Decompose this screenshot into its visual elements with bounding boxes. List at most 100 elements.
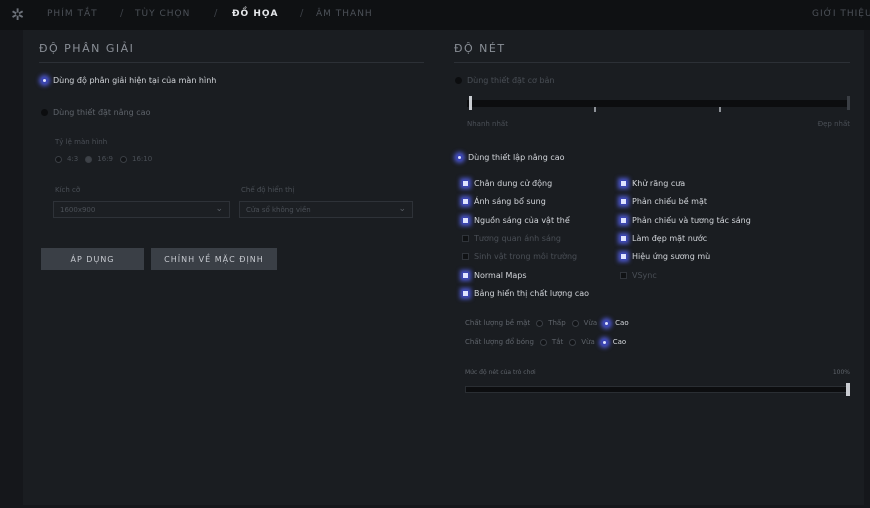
radio-selected-icon[interactable] — [85, 155, 93, 163]
gear-icon[interactable]: ✲ — [11, 6, 29, 24]
slider-min-label: Nhanh nhất — [467, 120, 508, 128]
checkbox-checked-icon — [462, 180, 469, 187]
checkbox-label: Khử răng cưa — [632, 179, 686, 188]
radio-unselected-icon[interactable] — [569, 338, 577, 346]
checkbox-label: Chân dung cử động — [474, 179, 553, 188]
graphics-panel: ĐỘ PHÂN GIẢI Dùng độ phân giải hiện tại … — [23, 30, 864, 505]
display-mode-dropdown[interactable]: Cửa sổ không viền ⌄ — [239, 201, 413, 218]
slider-handle[interactable] — [846, 383, 850, 396]
option-mid: Vừa — [583, 319, 598, 327]
nav-separator: / — [300, 8, 304, 19]
apply-button[interactable]: ÁP DỤNG — [41, 248, 144, 270]
settings-window: ✲ PHÍM TẮT / TÙY CHỌN / ĐỒ HỌA / ÂM THAN… — [0, 0, 870, 508]
checkbox-label: Hiệu ứng sương mù — [632, 252, 711, 262]
aspect-label: Tỷ lệ màn hình — [55, 138, 108, 146]
checkbox-label: Làm đẹp mặt nước — [632, 233, 708, 243]
tab-about[interactable]: GIỚI THIỆU — [812, 9, 870, 19]
checkbox-label: Phản chiếu và tương tác sáng — [632, 215, 751, 225]
tab-options[interactable]: TÙY CHỌN — [135, 9, 190, 19]
feature-checkbox[interactable]: Ánh sáng bổ sung — [462, 197, 546, 206]
top-nav: ✲ PHÍM TẮT / TÙY CHỌN / ĐỒ HỌA / ÂM THAN… — [0, 0, 870, 30]
radio-advanced-quality[interactable]: Dùng thiết lập nâng cao — [456, 153, 565, 162]
option-high: Cao — [615, 319, 629, 327]
radio-basic-quality[interactable]: Dùng thiết đặt cơ bản — [455, 76, 555, 85]
shadow-quality-label: Chất lượng đổ bóng — [465, 338, 534, 346]
chevron-down-icon: ⌄ — [215, 204, 223, 214]
radio-unselected-icon[interactable] — [120, 155, 127, 163]
radio-label: Dùng thiết lập nâng cao — [468, 153, 565, 162]
feature-checkbox[interactable]: Bảng hiển thị chất lượng cao — [462, 289, 589, 298]
tab-graphics[interactable]: ĐỒ HỌA — [232, 9, 278, 19]
divider — [39, 62, 424, 63]
radio-label: Dùng thiết đặt nâng cao — [53, 108, 151, 117]
checkbox-checked-icon — [620, 234, 627, 242]
radio-unselected-icon[interactable] — [539, 338, 547, 346]
radio-selected-icon — [41, 77, 48, 84]
tab-sound[interactable]: ÂM THANH — [316, 9, 373, 19]
checkbox-label: Tương quan ánh sáng — [474, 233, 562, 243]
radio-unselected-icon[interactable] — [55, 155, 62, 163]
texture-quality-row: Chất lượng bề mặt Thấp Vừa Cao — [465, 319, 629, 327]
feature-checkbox[interactable]: Hiệu ứng sương mù — [620, 252, 710, 261]
option-low: Thấp — [548, 319, 566, 327]
radio-selected-icon[interactable] — [603, 319, 611, 327]
slider-tick — [719, 107, 721, 112]
checkbox-checked-icon — [462, 289, 469, 297]
aspect-option: 4:3 — [67, 155, 79, 163]
radio-label: Dùng thiết đặt cơ bản — [467, 76, 555, 85]
feature-checkbox[interactable]: Tương quan ánh sáng — [462, 234, 561, 243]
feature-checkbox[interactable]: Nguồn sáng của vật thể — [462, 216, 570, 225]
quality-preset-slider[interactable] — [467, 100, 850, 107]
size-label: Kích cỡ — [55, 186, 81, 194]
aspect-radio-group: 4:3 16:9 16:10 — [55, 155, 152, 163]
checkbox-checked-icon — [620, 180, 627, 187]
aspect-option: 16:9 — [97, 155, 113, 163]
checkbox-label: Ánh sáng bổ sung — [474, 197, 546, 207]
feature-checkbox[interactable]: Làm đẹp mặt nước — [620, 234, 707, 243]
feature-checkbox[interactable]: Phản chiếu bề mặt — [620, 197, 707, 206]
slider-max-label: Đẹp nhất — [817, 120, 850, 128]
checkbox-label: Phản chiếu bề mặt — [632, 197, 708, 207]
checkbox-label: Normal Maps — [474, 270, 527, 280]
feature-checkbox[interactable]: Khử răng cưa — [620, 179, 685, 188]
nav-separator: / — [214, 8, 218, 19]
checkbox-unchecked-icon — [462, 234, 469, 242]
dropdown-value: 1600x900 — [60, 206, 96, 214]
feature-checkbox[interactable]: Chân dung cử động — [462, 179, 552, 188]
dropdown-value: Cửa sổ không viền — [246, 206, 311, 214]
size-dropdown[interactable]: 1600x900 ⌄ — [53, 201, 230, 218]
checkbox-checked-icon — [620, 198, 627, 206]
render-quality-slider[interactable] — [465, 386, 850, 393]
display-mode-label: Chế độ hiển thị — [241, 186, 295, 194]
radio-unselected-icon — [455, 77, 462, 84]
feature-checkbox[interactable]: Phản chiếu và tương tác sáng — [620, 216, 751, 225]
radio-advanced-resolution[interactable]: Dùng thiết đặt nâng cao — [41, 108, 150, 117]
slider-handle[interactable] — [469, 96, 472, 110]
aspect-option: 16:10 — [132, 155, 153, 163]
radio-unselected-icon[interactable] — [571, 319, 579, 327]
divider — [454, 62, 850, 63]
texture-quality-label: Chất lượng bề mặt — [465, 319, 531, 327]
quality-title: ĐỘ NÉT — [454, 42, 506, 55]
radio-native-resolution[interactable]: Dùng độ phân giải hiện tại của màn hình — [41, 76, 216, 85]
slider-tick — [594, 107, 596, 112]
feature-checkbox[interactable]: VSync — [620, 271, 657, 280]
feature-checkbox[interactable]: Sinh vật trong môi trường — [462, 252, 577, 261]
render-quality-value: 100% — [832, 369, 850, 376]
nav-separator: / — [120, 8, 124, 19]
option-off: Tắt — [551, 338, 564, 346]
slider-end-cap — [847, 96, 850, 110]
radio-selected-icon — [456, 154, 463, 161]
checkbox-checked-icon — [462, 198, 469, 206]
radio-selected-icon[interactable] — [600, 338, 608, 346]
feature-checkbox[interactable]: Normal Maps — [462, 271, 527, 280]
radio-label: Dùng độ phân giải hiện tại của màn hình — [53, 76, 217, 85]
option-high: Cao — [612, 338, 627, 346]
render-quality-label: Mức độ nét của trò chơi — [465, 369, 536, 376]
checkbox-label: Nguồn sáng của vật thể — [474, 215, 570, 225]
radio-unselected-icon[interactable] — [536, 319, 544, 327]
reset-default-button[interactable]: CHỈNH VỀ MẶC ĐỊNH — [151, 248, 277, 270]
tab-hotkeys[interactable]: PHÍM TẮT — [47, 9, 98, 19]
chevron-down-icon: ⌄ — [398, 204, 406, 214]
checkbox-unchecked-icon — [462, 253, 469, 261]
